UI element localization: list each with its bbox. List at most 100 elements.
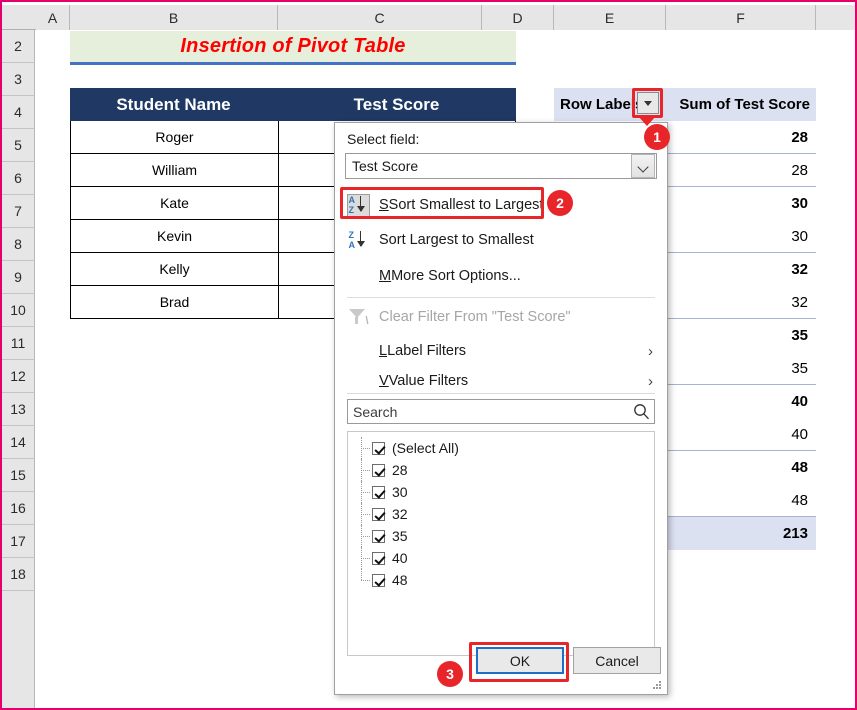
pivot-cell-value[interactable]: 35: [666, 319, 816, 352]
checkbox-checked-icon[interactable]: [372, 573, 385, 587]
select-field-combobox[interactable]: Test Score: [345, 153, 657, 179]
row-label: 14: [10, 434, 26, 450]
pivot-cell-value[interactable]: 28: [666, 154, 816, 186]
row-header-17[interactable]: 17: [2, 525, 35, 558]
header-student-name: Student Name: [70, 88, 278, 121]
col-label-c: C: [374, 9, 385, 26]
row-header-12[interactable]: 12: [2, 360, 35, 393]
pivot-cell-value[interactable]: 48: [666, 451, 816, 484]
cancel-button[interactable]: Cancel: [573, 647, 661, 674]
sort-desc-text: Sort Largest to Smallest: [379, 232, 534, 248]
row-label: 9: [14, 269, 22, 285]
tree-tick: [361, 514, 370, 515]
pivot-header-sum: Sum of Test Score: [679, 96, 810, 113]
menu-item-label: Clear Filter From "Test Score": [379, 309, 571, 325]
annotation-badge-1: 1: [644, 124, 670, 150]
checkbox-checked-icon[interactable]: [372, 485, 385, 499]
resize-grip-icon[interactable]: [653, 681, 662, 690]
annotation-rect-1: [632, 88, 663, 118]
list-item[interactable]: 48: [348, 569, 654, 591]
cell-student-name[interactable]: Kevin: [70, 220, 278, 253]
menu-item-label: LLabel Filters: [379, 343, 467, 359]
list-item[interactable]: 35: [348, 525, 654, 547]
pivot-cell-value[interactable]: 30: [666, 220, 816, 252]
pivot-cell-value[interactable]: 32: [666, 286, 816, 318]
row-header-13[interactable]: 13: [2, 393, 35, 426]
menu-item-clear-filter: \ Clear Filter From "Test Score": [337, 301, 667, 333]
cell-student-name[interactable]: Kate: [70, 187, 278, 220]
row-header-8[interactable]: 8: [2, 228, 35, 261]
row-label: 15: [10, 467, 26, 483]
row-header-18[interactable]: 18: [2, 558, 35, 591]
cell-student-name[interactable]: Brad: [70, 286, 278, 319]
col-label-f: F: [736, 9, 745, 26]
row-header-3[interactable]: 3: [2, 63, 35, 96]
column-header-g[interactable]: [816, 5, 855, 30]
pivot-total-value: 213: [782, 525, 808, 542]
tree-tick: [361, 470, 370, 471]
column-header-b[interactable]: B: [70, 5, 278, 30]
row-label: 16: [10, 500, 26, 516]
row-header-9[interactable]: 9: [2, 261, 35, 294]
row-label: 3: [14, 71, 22, 87]
pivot-cell-value[interactable]: 30: [666, 187, 816, 220]
tree-line: [361, 569, 362, 580]
search-input[interactable]: Search: [347, 399, 655, 424]
row-header-11[interactable]: 11: [2, 327, 35, 360]
menu-item-sort-largest-to-smallest[interactable]: ZA Sort Largest to Smallest: [337, 224, 667, 256]
list-item-select-all[interactable]: (Select All): [348, 437, 654, 459]
menu-divider: [347, 393, 655, 394]
row-header-2[interactable]: 2: [2, 30, 35, 63]
pivot-cell-value[interactable]: 40: [666, 385, 816, 418]
row-header-7[interactable]: 7: [2, 195, 35, 228]
list-item-label: 40: [392, 550, 408, 566]
column-header-c[interactable]: C: [278, 5, 482, 30]
menu-item-label: MMore Sort Options...: [379, 268, 521, 284]
row-header-6[interactable]: 6: [2, 162, 35, 195]
cell-student-name[interactable]: Kelly: [70, 253, 278, 286]
list-item-label: 30: [392, 484, 408, 500]
chevron-down-icon[interactable]: [631, 154, 655, 178]
row-header-16[interactable]: 16: [2, 492, 35, 525]
menu-item-label-filters[interactable]: LLabel Filters ›: [337, 335, 667, 367]
list-item-label: (Select All): [392, 440, 459, 456]
menu-item-more-sort-options[interactable]: MMore Sort Options...: [337, 260, 667, 292]
pivot-cell-value[interactable]: 28: [666, 121, 816, 153]
chevron-right-icon: ›: [648, 372, 653, 390]
row-header-blank: [2, 591, 35, 708]
col-label-b: B: [168, 9, 179, 26]
pivot-cell-value[interactable]: 48: [666, 484, 816, 516]
row-header-14[interactable]: 14: [2, 426, 35, 459]
row-header-15[interactable]: 15: [2, 459, 35, 492]
list-item[interactable]: 30: [348, 481, 654, 503]
cell-student-name[interactable]: Roger: [70, 121, 278, 154]
pivot-cell-value[interactable]: 35: [666, 352, 816, 384]
list-item[interactable]: 28: [348, 459, 654, 481]
filter-values-listbox[interactable]: (Select All) 28 30 32 35 40 48: [347, 431, 655, 656]
row-header-5[interactable]: 5: [2, 129, 35, 162]
column-header-e[interactable]: E: [554, 5, 666, 30]
pivot-cell-value[interactable]: 32: [666, 253, 816, 286]
list-item[interactable]: 32: [348, 503, 654, 525]
row-header-10[interactable]: 10: [2, 294, 35, 327]
search-icon: [628, 403, 654, 420]
pivot-cell-value[interactable]: 40: [666, 418, 816, 450]
chevron-right-icon: ›: [648, 342, 653, 360]
checkbox-checked-icon[interactable]: [372, 463, 385, 477]
checkbox-checked-icon[interactable]: [372, 441, 385, 455]
list-item[interactable]: 40: [348, 547, 654, 569]
column-header-a[interactable]: A: [36, 5, 70, 30]
pivot-header-row: Row Labels Sum of Test Score: [554, 88, 816, 121]
checkbox-checked-icon[interactable]: [372, 507, 385, 521]
column-header-d[interactable]: D: [482, 5, 554, 30]
cell-student-name[interactable]: William: [70, 154, 278, 187]
column-header-f[interactable]: F: [666, 5, 816, 30]
row-header-4[interactable]: 4: [2, 96, 35, 129]
search-placeholder-text: Search: [353, 403, 398, 420]
col-label-a: A: [47, 9, 58, 26]
row-label: 12: [10, 368, 26, 384]
checkbox-checked-icon[interactable]: [372, 529, 385, 543]
title-banner: Insertion of Pivot Table: [70, 31, 516, 65]
checkbox-checked-icon[interactable]: [372, 551, 385, 565]
tree-tick: [361, 492, 370, 493]
